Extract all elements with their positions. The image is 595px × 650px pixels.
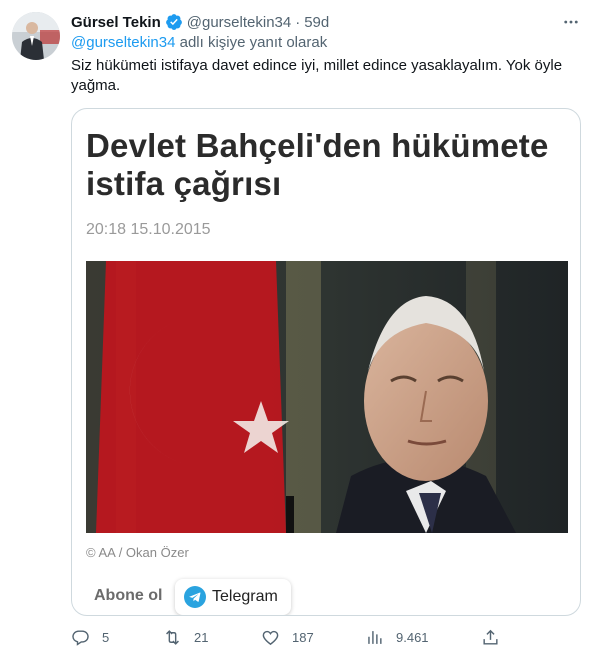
- link-card[interactable]: Devlet Bahçeli'den hükümete istifa çağrı…: [71, 108, 581, 616]
- retweet-icon: [166, 629, 179, 645]
- card-date: 20:18 15.10.2015: [86, 221, 211, 238]
- reply-button[interactable]: 5: [71, 626, 109, 648]
- share-icon: [483, 629, 498, 645]
- reply-icon: [72, 629, 89, 646]
- author-handle[interactable]: @gurseltekin34: [187, 14, 291, 31]
- reply-mention-link[interactable]: @gurseltekin34: [71, 34, 175, 51]
- avatar[interactable]: [12, 12, 60, 60]
- tweet-header: Gürsel Tekin @gurseltekin34 · 59d: [71, 11, 581, 33]
- subscribe-label: Abone ol: [94, 587, 163, 604]
- card-headline: Devlet Bahçeli'den hükümete istifa çağrı…: [86, 127, 549, 202]
- news-photo: [86, 261, 568, 533]
- telegram-icon: [184, 586, 206, 608]
- retweet-count: 21: [194, 629, 209, 645]
- reply-count: 5: [102, 629, 110, 645]
- telegram-button[interactable]: Telegram: [175, 579, 291, 615]
- heart-icon: [262, 630, 279, 645]
- like-count: 187: [292, 629, 314, 645]
- tweet[interactable]: Gürsel Tekin @gurseltekin34 · 59d @gurse…: [0, 0, 595, 650]
- reply-context-text: adlı kişiye yanıt olarak: [175, 34, 328, 51]
- author-name[interactable]: Gürsel Tekin: [71, 14, 161, 31]
- reply-context: @gurseltekin34 adlı kişiye yanıt olarak: [71, 34, 327, 51]
- retweet-button[interactable]: 21: [163, 626, 208, 648]
- tweet-actions: 5 21 187 9.461: [71, 626, 576, 648]
- views-chart-icon: [368, 630, 382, 644]
- card-photo: [86, 261, 568, 533]
- timestamp[interactable]: 59d: [304, 14, 329, 31]
- share-button[interactable]: [481, 626, 500, 648]
- avatar-image: [12, 12, 60, 60]
- telegram-label: Telegram: [212, 588, 278, 605]
- photo-credit: © AA / Okan Özer: [86, 545, 189, 560]
- tweet-text: Siz hükümeti istifaya davet edince iyi, …: [71, 57, 563, 94]
- separator: ·: [295, 13, 301, 31]
- like-button[interactable]: 187: [261, 626, 314, 648]
- verified-badge-icon: [165, 14, 182, 30]
- view-count: 9.461: [396, 629, 429, 645]
- more-options-icon[interactable]: [561, 13, 581, 31]
- views-button[interactable]: 9.461: [365, 626, 429, 648]
